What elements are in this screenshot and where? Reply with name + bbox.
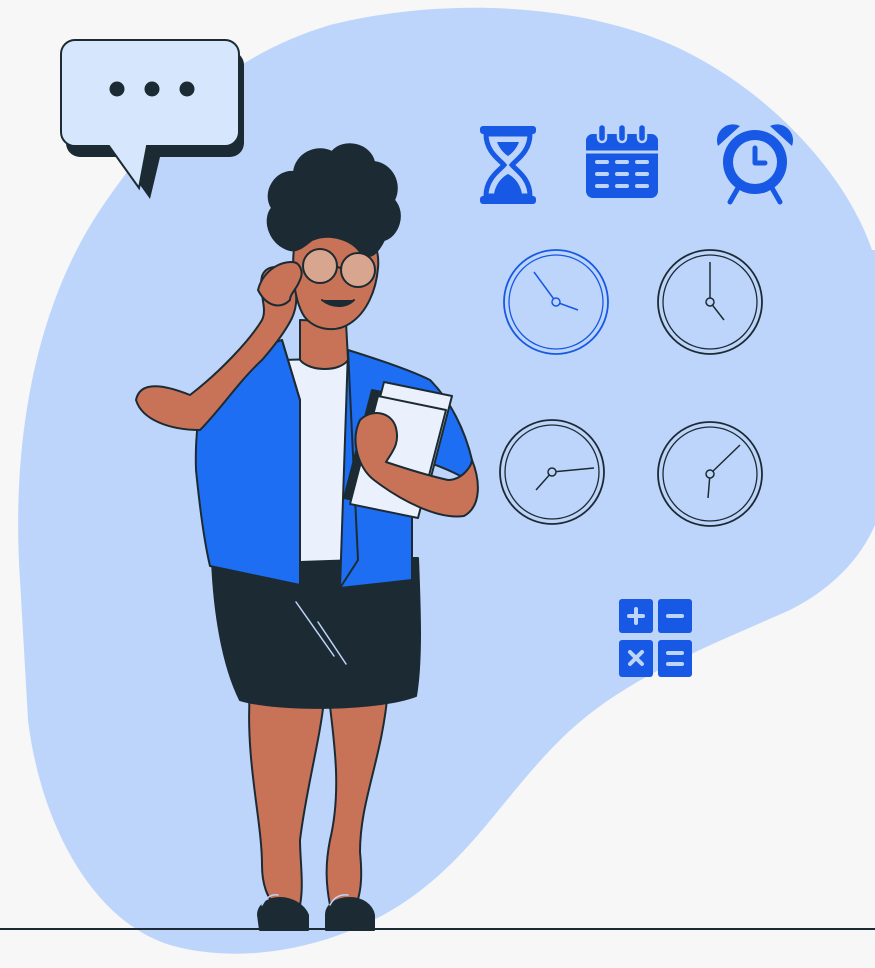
speech-dot-2 <box>144 81 160 97</box>
glasses-left-lens <box>302 248 338 284</box>
speech-dot-1 <box>109 81 125 97</box>
calendar-icon <box>586 122 658 198</box>
right-sandal <box>325 897 375 931</box>
glasses-right-lens <box>340 252 376 288</box>
illustration-canvas <box>0 7 875 954</box>
speech-dot-3 <box>179 81 195 97</box>
illustration-scene <box>0 0 875 968</box>
